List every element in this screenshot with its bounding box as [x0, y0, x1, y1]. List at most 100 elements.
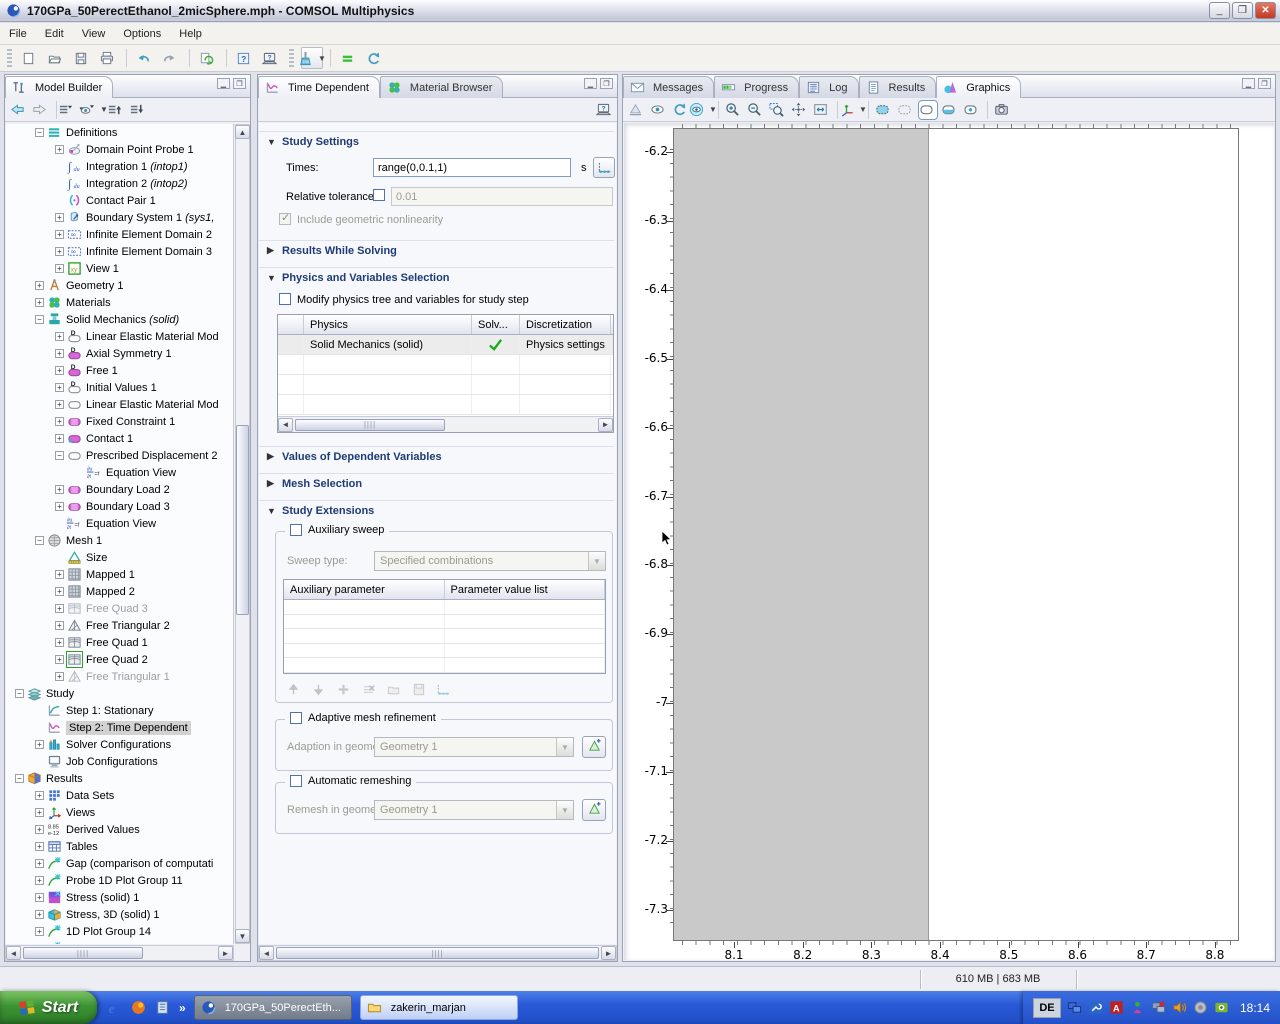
tree-item-job-configurations[interactable]: Job Configurations	[6, 753, 233, 770]
new-button[interactable]	[19, 47, 41, 69]
tree-item-contact-pair-1[interactable]: Contact Pair 1	[6, 192, 233, 209]
column-header[interactable]: Solv...	[472, 315, 520, 334]
tree-item-equation-view[interactable]: ∂u∂t=fEquation View	[6, 515, 233, 532]
zoom-in-button[interactable]	[724, 100, 744, 120]
tree-item-mapped-2[interactable]: +Mapped 2	[6, 583, 233, 600]
go-to-view-button[interactable]: ▼	[843, 100, 863, 120]
tree-item-free-triangular-1[interactable]: +Free Triangular 1	[6, 668, 233, 685]
firefox-icon[interactable]	[129, 999, 147, 1017]
scroll-left-icon[interactable]: ◄	[6, 946, 21, 960]
save-file-button[interactable]	[411, 680, 429, 698]
select-points-button[interactable]	[962, 100, 982, 120]
tree-item-integration-2[interactable]: ∫duIntegration 2 (intop2)	[6, 175, 233, 192]
table-row[interactable]	[284, 615, 605, 630]
tree-expander-icon[interactable]: +	[55, 655, 64, 664]
tree-expander-icon[interactable]: +	[35, 927, 44, 936]
tree-item-boundary-load-2[interactable]: +Boundary Load 2	[6, 481, 233, 498]
tree-expander-icon[interactable]: +	[55, 621, 64, 630]
tree-item-size[interactable]: Size	[6, 549, 233, 566]
model-builder-tab[interactable]: Model Builder	[5, 76, 113, 98]
table-row[interactable]: Solid Mechanics (solid)Physics settings	[278, 335, 613, 355]
scroll-down-icon[interactable]: ▼	[235, 929, 250, 943]
tree-item-results[interactable]: −Results	[6, 770, 233, 787]
automatic-remeshing-checkbox[interactable]	[290, 775, 302, 787]
scroll-thumb[interactable]: ||||	[295, 419, 445, 431]
zoom-fit-button[interactable]	[812, 100, 832, 120]
tree-expander-icon[interactable]: +	[35, 876, 44, 885]
tree-item-infinite-element-domain-2[interactable]: +∞Infinite Element Domain 2	[6, 226, 233, 243]
tree-expander-icon[interactable]: +	[35, 791, 44, 800]
save-button[interactable]	[71, 47, 93, 69]
tree-expander-icon[interactable]: +	[55, 247, 64, 256]
graphics-tab-log[interactable]: Log	[799, 76, 858, 98]
panel-minimize-icon[interactable]: ▁	[217, 78, 230, 89]
update-solution-button[interactable]	[197, 47, 219, 69]
show-button[interactable]: ▼	[84, 100, 104, 120]
physics-table[interactable]: PhysicsSolv...DiscretizationSolid Mechan…	[277, 314, 614, 433]
tree-item-stress-3d-solid-1[interactable]: +Stress, 3D (solid) 1	[6, 906, 233, 923]
scroll-thumb[interactable]: ||||	[23, 947, 143, 959]
section-physics-selection[interactable]: ▼ Physics and Variables Selection	[259, 267, 614, 287]
delete-button[interactable]	[361, 680, 379, 698]
refresh-view-button[interactable]	[671, 100, 691, 120]
geometric-nonlinearity-checkbox[interactable]	[279, 213, 291, 225]
tree-expander-icon[interactable]: +	[55, 332, 64, 341]
tree-item-gap-comparison-of-computati[interactable]: +Gap (comparison of computati	[6, 855, 233, 872]
transparency-button[interactable]	[627, 100, 647, 120]
restore-button[interactable]: ❐	[1232, 2, 1253, 19]
close-button[interactable]: ✕	[1255, 2, 1276, 19]
move-up-button[interactable]	[286, 680, 304, 698]
tree-expander-icon[interactable]: +	[35, 842, 44, 851]
audio-device-icon[interactable]	[1193, 1000, 1209, 1016]
app-doc-icon[interactable]	[153, 999, 171, 1017]
tree-expander-icon[interactable]: +	[55, 417, 64, 426]
column-header[interactable]: Physics	[304, 315, 472, 334]
tree-item-solver-configurations[interactable]: +Solver Configurations	[6, 736, 233, 753]
scene-light-button[interactable]	[649, 100, 669, 120]
volume-icon[interactable]	[1172, 1000, 1188, 1016]
graphics-tab-graphics[interactable]: Graphics	[936, 76, 1021, 98]
tree-expander-icon[interactable]: +	[35, 281, 44, 290]
tree-item-free-quad-3[interactable]: +Free Quad 3	[6, 600, 233, 617]
tree-item-prescribed-displacement-2[interactable]: −Prescribed Displacement 2	[6, 447, 233, 464]
column-header[interactable]	[278, 315, 304, 334]
tree-expander-icon[interactable]: +	[55, 213, 64, 222]
table-row[interactable]	[284, 644, 605, 659]
tree-item-fixed-constraint-1[interactable]: +Fixed Constraint 1	[6, 413, 233, 430]
settings-tab-time-dependent[interactable]: Time Dependent	[258, 76, 380, 98]
menu-file[interactable]: File	[0, 25, 36, 43]
load-button[interactable]	[386, 680, 404, 698]
minimize-button[interactable]: _	[1209, 2, 1230, 19]
panel-maximize-icon[interactable]: ❐	[233, 78, 246, 89]
settings-tab-material-browser[interactable]: Material Browser	[380, 76, 504, 98]
tree-item-derived-values[interactable]: +8.85e-12Derived Values	[6, 821, 233, 838]
node-text-button[interactable]: ▼	[62, 100, 82, 120]
zoom-extents-button[interactable]	[790, 100, 810, 120]
panel-minimize-icon[interactable]: ▁	[1242, 78, 1255, 89]
scroll-left-icon[interactable]: ◄	[259, 946, 274, 960]
tree-item-1d-plot-group-14[interactable]: +1D Plot Group 14	[6, 923, 233, 940]
tree-item-free-quad-1[interactable]: +Free Quad 1	[6, 634, 233, 651]
tree-expander-icon[interactable]: +	[35, 808, 44, 817]
tree-item-mesh-1[interactable]: −Mesh 1	[6, 532, 233, 549]
auxiliary-sweep-checkbox[interactable]	[290, 524, 302, 536]
tree-item[interactable]: +	[6, 940, 233, 944]
tree-item-stress-solid-1[interactable]: +Stress (solid) 1	[6, 889, 233, 906]
tree-item-step-2-time-dependent[interactable]: Step 2: Time Dependent	[6, 719, 233, 736]
times-input[interactable]	[373, 158, 571, 177]
graphics-tab-progress[interactable]: Progress	[714, 76, 799, 98]
ie-icon[interactable]: e	[105, 999, 123, 1017]
tree-expander-icon[interactable]: +	[55, 485, 64, 494]
tree-item-equation-view[interactable]: ∂u∂t=fEquation View	[6, 464, 233, 481]
tree-item-free-1[interactable]: +DFree 1	[6, 362, 233, 379]
section-results-while-solving[interactable]: ▶ Results While Solving	[259, 240, 614, 260]
help-icon[interactable]: ?	[593, 100, 613, 120]
start-button[interactable]: Start	[0, 991, 97, 1024]
tree-item-boundary-load-3[interactable]: +Boundary Load 3	[6, 498, 233, 515]
tree-expander-icon[interactable]: +	[55, 434, 64, 443]
tree-expander-icon[interactable]: +	[55, 587, 64, 596]
tree-item-infinite-element-domain-3[interactable]: +∞Infinite Element Domain 3	[6, 243, 233, 260]
tree-item-data-sets[interactable]: +Data Sets	[6, 787, 233, 804]
tree-item-axial-symmetry-1[interactable]: +DAxial Symmetry 1	[6, 345, 233, 362]
refresh-button[interactable]	[364, 47, 386, 69]
